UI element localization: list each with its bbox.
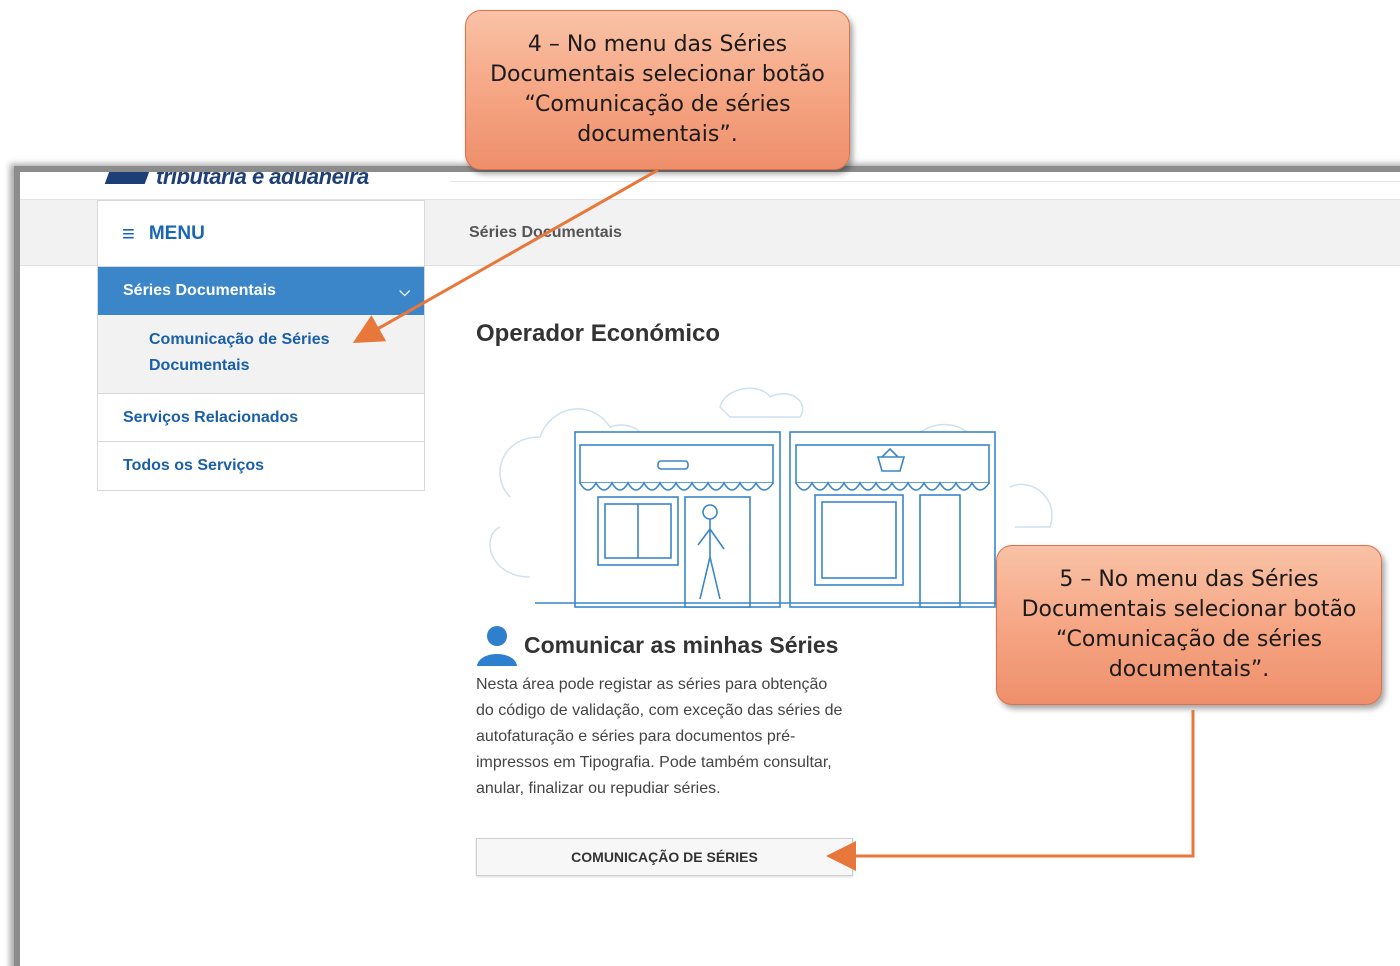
arrow-step-4 — [352, 168, 659, 343]
arrow-step-5 — [826, 710, 1195, 871]
annotation-arrows — [352, 168, 1195, 871]
